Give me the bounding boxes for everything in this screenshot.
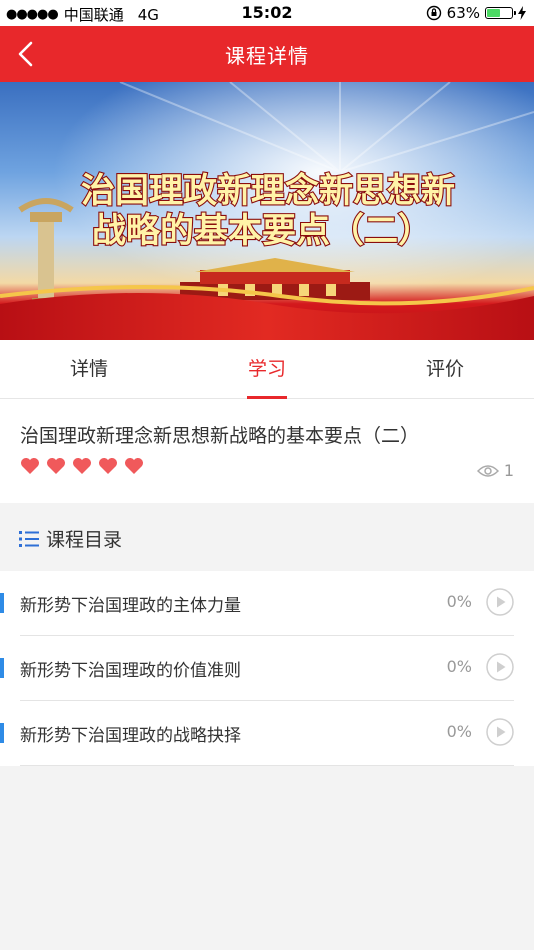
lesson-title: 新形势下治国理政的主体力量: [20, 596, 241, 616]
eye-icon: [476, 464, 499, 477]
page-title: 课程详情: [225, 44, 309, 68]
heart-icon: [125, 458, 143, 474]
list-item[interactable]: 新形势下治国理政的战略抉择 0%: [0, 701, 534, 766]
battery-icon: [485, 7, 516, 19]
banner-title-line2: 战略的基本要点（二）: [92, 211, 432, 251]
banner-artwork: 治国理政新理念新思想新 战略的基本要点（二）: [0, 82, 534, 340]
tab-reviews[interactable]: 评价: [356, 340, 534, 398]
heart-icon: [21, 458, 39, 474]
view-count: 1: [476, 461, 514, 480]
list-icon: [19, 531, 39, 547]
heart-icon: [73, 458, 91, 474]
course-title: 治国理政新理念新思想新战略的基本要点（二）: [20, 425, 420, 447]
lesson-progress: 0%: [446, 592, 472, 611]
play-icon[interactable]: [486, 718, 514, 746]
list-item[interactable]: 新形势下治国理政的价值准则 0%: [0, 636, 534, 701]
rotation-lock-icon: [426, 5, 441, 21]
divider: [20, 765, 514, 766]
heart-icon: [47, 458, 65, 474]
battery-percent: 63%: [446, 4, 480, 22]
lesson-title: 新形势下治国理政的战略抉择: [20, 726, 241, 746]
tab-study[interactable]: 学习: [178, 340, 356, 399]
play-icon[interactable]: [486, 653, 514, 681]
lesson-title: 新形势下治国理政的价值准则: [20, 661, 241, 681]
catalog-title: 课程目录: [46, 529, 123, 551]
list-marker: [0, 658, 4, 678]
view-count-value: 1: [503, 461, 514, 480]
catalog-header: 课程目录: [0, 503, 534, 571]
list-marker: [0, 723, 4, 743]
list-marker: [0, 593, 4, 613]
course-tabs: 详情 学习 评价: [0, 340, 534, 399]
status-right: 63%: [426, 4, 526, 22]
course-info: 治国理政新理念新思想新战略的基本要点（二） 1: [0, 399, 534, 503]
list-item[interactable]: 新形势下治国理政的主体力量 0%: [0, 571, 534, 636]
nav-bar: 课程详情: [0, 26, 534, 82]
lesson-progress: 0%: [446, 657, 472, 676]
rating-hearts: [20, 457, 144, 475]
status-bar: ●●●●● 中国联通 4G 15:02 63%: [0, 0, 534, 26]
charging-icon: [518, 6, 526, 20]
catalog-list: 新形势下治国理政的主体力量 0% 新形势下治国理政的价值准则 0% 新形势下治国…: [0, 571, 534, 766]
banner-title-line1: 治国理政新理念新思想新: [81, 171, 455, 211]
lesson-progress: 0%: [446, 722, 472, 741]
heart-icon: [99, 458, 117, 474]
play-icon[interactable]: [486, 588, 514, 616]
tab-details[interactable]: 详情: [0, 340, 178, 398]
course-banner: 治国理政新理念新思想新 战略的基本要点（二）: [0, 82, 534, 340]
